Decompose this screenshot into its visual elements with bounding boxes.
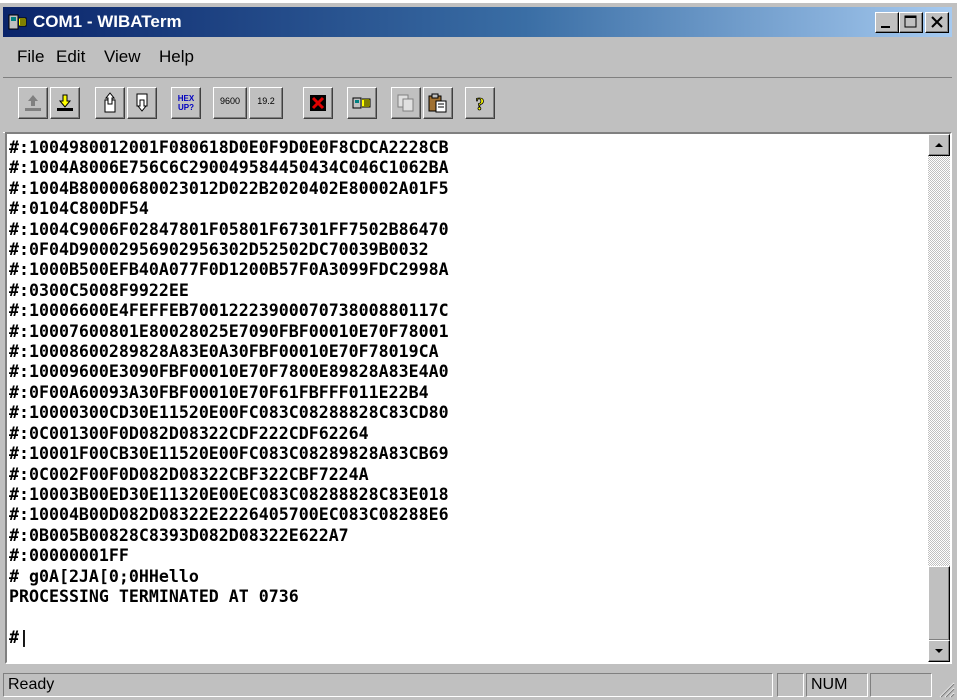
- status-bar: Ready NUM: [0, 670, 957, 700]
- connect-icon: [352, 97, 371, 109]
- svg-text:HEX: HEX: [178, 94, 195, 103]
- terminal-line: #:10008600289828A83E0A30FBF00010E70F7801…: [9, 342, 439, 362]
- svg-text:?: ?: [476, 94, 485, 114]
- scroll-thumb[interactable]: [928, 566, 950, 641]
- terminal-line: #:10007600801E80028025E7090FBF00010E70F7…: [9, 321, 449, 341]
- baud-19200-label: 19.2: [257, 96, 275, 106]
- terminal-line: #:1004C9006F02847801F05801F67301FF7502B8…: [9, 219, 449, 239]
- help-button[interactable]: ?: [465, 87, 495, 119]
- baud-19200-button[interactable]: 19.2: [249, 87, 283, 119]
- menu-edit[interactable]: Edit: [56, 47, 85, 67]
- terminal-line: #:1004980012001F080618D0E0F9D0E0F8CDCA22…: [9, 138, 449, 157]
- terminal-line: PROCESSING TERMINATED AT 0736: [9, 586, 299, 606]
- terminal-line: #:0300C5008F9922EE: [9, 280, 189, 300]
- resize-grip-icon[interactable]: [935, 678, 955, 698]
- terminal-line: #:10006600E4FEFFEB7001222390007073800880…: [9, 301, 449, 321]
- terminal-output[interactable]: #:1004980012001F080618D0E0F9D0E0F8CDCA22…: [5, 132, 952, 664]
- vertical-scrollbar[interactable]: [928, 134, 950, 662]
- menu-help[interactable]: Help: [159, 47, 194, 67]
- terminal-line: #:10000300CD30E11520E00FC083C08288828C83…: [9, 403, 449, 423]
- upload-button[interactable]: [18, 87, 48, 119]
- terminal-line: #:00000001FF: [9, 546, 129, 566]
- copy-button[interactable]: [391, 87, 421, 119]
- menu-bar: File Edit View Help: [3, 41, 952, 73]
- baud-9600-label: 9600: [219, 96, 241, 106]
- receive-file-button[interactable]: [127, 87, 157, 119]
- terminal-line: #|: [9, 627, 29, 647]
- terminal-line: #:0F00A60093A30FBF00010E70F61FBFFF011E22…: [9, 382, 429, 402]
- terminal-line: #:10003B00ED30E11320E00EC083C08288828C83…: [9, 484, 449, 504]
- num-lock-indicator: NUM: [806, 673, 868, 697]
- baud-9600-button[interactable]: 9600: [213, 87, 247, 119]
- terminal-line: #:0C001300F0D082D08322CDF222CDF62264: [9, 423, 369, 443]
- status-text: Ready: [3, 673, 773, 697]
- scroll-down-button[interactable]: [928, 640, 950, 662]
- terminal-line: #:10009600E3090FBF00010E70F7800E89828A83…: [9, 362, 449, 382]
- terminal-line: #:0C002F00F0D082D08322CBF322CBF7224A: [9, 464, 369, 484]
- send-file-button[interactable]: [95, 87, 125, 119]
- hex-upload-button[interactable]: HEX UP?: [171, 87, 201, 119]
- svg-text:UP?: UP?: [178, 103, 194, 112]
- terminal-line: # g0A[2JA[0;0HHello: [9, 566, 199, 586]
- paste-button[interactable]: [423, 87, 453, 119]
- copy-icon: [397, 94, 414, 112]
- status-pane-extra: [870, 673, 932, 697]
- minimize-icon: [881, 26, 890, 28]
- scroll-up-button[interactable]: [928, 134, 950, 156]
- terminal-line: #:1004B80000680023012D022B2020402E80002A…: [9, 178, 449, 198]
- terminal-line: #:0F04D90002956902956302D52502DC70039B00…: [9, 240, 429, 260]
- download-button[interactable]: [50, 87, 80, 119]
- close-icon: [931, 16, 943, 28]
- maximize-button[interactable]: [899, 12, 923, 33]
- menu-file[interactable]: File: [17, 47, 44, 67]
- toolbar: HEX UP? 9600 19.2 ?: [3, 77, 952, 133]
- upload-disabled-icon: [25, 95, 41, 111]
- send-file-icon: [104, 92, 116, 113]
- terminal-text: #:1004980012001F080618D0E0F9D0E0F8CDCA22…: [9, 138, 919, 658]
- window-title: COM1 - WIBATerm: [33, 12, 182, 31]
- minimize-button[interactable]: [875, 12, 899, 33]
- download-icon: [57, 94, 73, 111]
- stop-icon: [310, 95, 326, 111]
- terminal-line: #:1000B500EFB40A077F0D1200B57F0A3099FDC2…: [9, 260, 449, 280]
- terminal-line: #:10001F00CB30E11520E00FC083C08289828A83…: [9, 444, 449, 464]
- menu-view[interactable]: View: [104, 47, 141, 67]
- paste-icon: [428, 93, 447, 113]
- terminal-line: #:0B005B00828C8393D082D08322E622A7: [9, 525, 349, 545]
- close-button[interactable]: [925, 12, 949, 33]
- terminal-line: #:1004A8006E756C6C290049584450434C046C10…: [9, 158, 449, 178]
- app-icon: [8, 14, 27, 30]
- scroll-up-arrow-icon: [935, 143, 943, 147]
- title-bar[interactable]: COM1 - WIBATerm: [3, 7, 952, 37]
- scroll-down-arrow-icon: [935, 649, 943, 653]
- application-window: COM1 - WIBATerm File Edit View Help HEX …: [0, 3, 957, 700]
- terminal-line: #:10004B00D082D08322E2226405700EC083C082…: [9, 505, 449, 525]
- hex-upload-icon: HEX UP?: [178, 94, 195, 112]
- connect-button[interactable]: [347, 87, 377, 119]
- maximize-icon: [904, 15, 917, 28]
- receive-file-icon: [136, 93, 148, 112]
- help-icon: ?: [475, 94, 485, 114]
- terminal-line: #:0104C800DF54: [9, 199, 149, 219]
- status-pane-empty: [777, 673, 804, 697]
- stop-button[interactable]: [303, 87, 333, 119]
